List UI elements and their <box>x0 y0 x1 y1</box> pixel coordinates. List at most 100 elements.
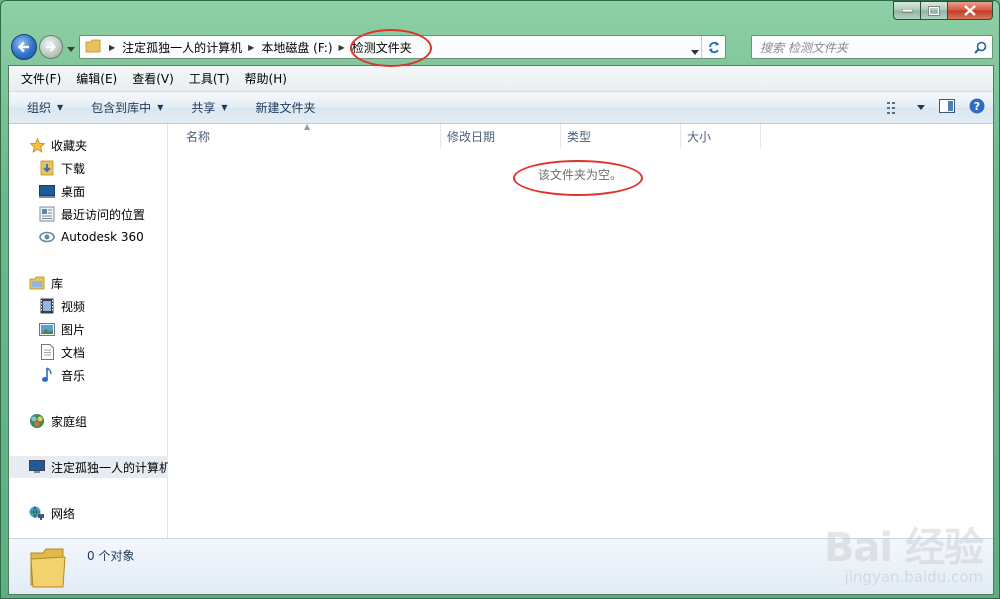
network-icon <box>29 505 45 521</box>
nav-favorites-label: 收藏夹 <box>51 138 88 153</box>
nav-videos[interactable]: 视频 <box>9 295 168 317</box>
restore-icon <box>928 5 940 16</box>
recent-pages-dropdown[interactable] <box>67 42 75 56</box>
nav-favorites[interactable]: 收藏夹 <box>9 134 168 156</box>
back-button[interactable] <box>11 34 37 60</box>
nav-homegroup[interactable]: 家庭组 <box>9 410 168 432</box>
breadcrumb: ▶ 注定孤独一人的计算机 ▶ 本地磁盘 (F:) ▶ 检测文件夹 <box>107 39 416 56</box>
close-icon <box>964 5 976 16</box>
search-icon[interactable] <box>968 41 992 54</box>
nav-autodesk-360[interactable]: Autodesk 360 <box>9 226 168 248</box>
breadcrumb-separator-icon[interactable]: ▶ <box>339 43 345 52</box>
watermark-logo: Bai 经验 <box>823 525 984 571</box>
organize-button[interactable]: 组织 ▼ <box>27 99 63 116</box>
file-list: ▲ 名称 修改日期 类型 大小 该文件夹为空。 <box>168 122 993 538</box>
nav-recent-places-label: 最近访问的位置 <box>61 207 146 222</box>
menu-file[interactable]: 文件(F) <box>21 70 61 87</box>
navigation-bar: ▶ 注定孤独一人的计算机 ▶ 本地磁盘 (F:) ▶ 检测文件夹 搜索 检测文件… <box>9 32 993 62</box>
organize-label: 组织 <box>27 101 52 115</box>
nav-recent-places[interactable]: 最近访问的位置 <box>9 203 168 225</box>
column-type[interactable]: 类型 <box>561 124 681 148</box>
explorer-client: 文件(F) 编辑(E) 查看(V) 工具(T) 帮助(H) 组织 ▼ 包含到库中… <box>8 65 994 595</box>
breadcrumb-computer[interactable]: 注定孤独一人的计算机 <box>122 39 246 56</box>
music-note-icon <box>39 367 55 383</box>
nav-desktop-label: 桌面 <box>61 184 86 199</box>
minimize-icon <box>901 8 913 12</box>
column-headers: ▲ 名称 修改日期 类型 大小 <box>168 122 993 148</box>
nav-pictures-label: 图片 <box>61 322 86 337</box>
nav-documents[interactable]: 文档 <box>9 341 168 363</box>
explorer-window: ▶ 注定孤独一人的计算机 ▶ 本地磁盘 (F:) ▶ 检测文件夹 搜索 检测文件… <box>0 0 1000 599</box>
nav-music[interactable]: 音乐 <box>9 364 168 386</box>
chevron-down-icon: ▼ <box>157 103 164 112</box>
nav-network-label: 网络 <box>51 506 76 521</box>
breadcrumb-separator-icon[interactable]: ▶ <box>248 43 254 52</box>
breadcrumb-separator-icon[interactable]: ▶ <box>109 43 115 52</box>
search-input[interactable]: 搜索 检测文件夹 <box>752 39 968 56</box>
breadcrumb-drive[interactable]: 本地磁盘 (F:) <box>261 39 336 56</box>
minimize-button[interactable] <box>893 1 920 20</box>
nav-pictures[interactable]: 图片 <box>9 318 168 340</box>
view-controls: ? <box>873 98 985 117</box>
column-date-modified[interactable]: 修改日期 <box>441 124 561 148</box>
item-count: 0 个对象 <box>87 549 135 563</box>
document-icon <box>39 344 55 360</box>
sort-ascending-icon: ▲ <box>304 122 311 131</box>
folder-icon <box>85 39 101 56</box>
view-options-button[interactable] <box>887 101 925 114</box>
help-button[interactable]: ? <box>969 98 985 117</box>
star-icon <box>29 137 45 153</box>
recent-places-icon <box>39 206 55 222</box>
menu-bar: 文件(F) 编辑(E) 查看(V) 工具(T) 帮助(H) <box>9 66 993 92</box>
folder-icon <box>29 547 67 592</box>
nav-homegroup-label: 家庭组 <box>51 414 88 429</box>
help-icon: ? <box>969 98 985 114</box>
share-button[interactable]: 共享 ▼ <box>191 99 227 116</box>
menu-tools[interactable]: 工具(T) <box>189 70 230 87</box>
column-size[interactable]: 大小 <box>681 124 761 148</box>
nav-documents-label: 文档 <box>61 345 86 360</box>
watermark-url: jingyan.baidu.com <box>844 568 983 586</box>
nav-network[interactable]: 网络 <box>9 502 168 524</box>
menu-edit[interactable]: 编辑(E) <box>76 70 117 87</box>
empty-folder-message: 该文件夹为空。 <box>538 168 623 182</box>
maximize-button[interactable] <box>920 1 947 20</box>
svg-text:?: ? <box>974 100 980 113</box>
nav-computer[interactable]: 注定孤独一人的计算机 <box>9 456 168 478</box>
desktop-icon <box>39 183 55 199</box>
close-button[interactable] <box>947 1 993 20</box>
address-history-dropdown[interactable] <box>691 44 699 58</box>
library-icon <box>29 275 45 291</box>
caption-buttons <box>893 1 993 20</box>
nav-desktop[interactable]: 桌面 <box>9 180 168 202</box>
watermark: Bai 经验 jingyan.baidu.com <box>823 525 984 586</box>
forward-button[interactable] <box>39 35 63 59</box>
breadcrumb-current-folder[interactable]: 检测文件夹 <box>352 39 416 56</box>
nav-autodesk-360-label: Autodesk 360 <box>61 230 144 244</box>
refresh-icon <box>708 41 719 54</box>
address-bar[interactable]: ▶ 注定孤独一人的计算机 ▶ 本地磁盘 (F:) ▶ 检测文件夹 <box>79 35 726 59</box>
menu-help[interactable]: 帮助(H) <box>245 70 287 87</box>
chevron-down-icon: ▼ <box>57 103 64 112</box>
details-pane: 0 个对象 Bai 经验 jingyan.baidu.com <box>9 528 993 594</box>
include-library-label: 包含到库中 <box>91 101 152 115</box>
navigation-pane: 收藏夹 下载 桌面 最近访问的位置 Autodesk 360 库 视频 图片 文… <box>9 124 168 538</box>
nav-downloads[interactable]: 下载 <box>9 157 168 179</box>
menu-view[interactable]: 查看(V) <box>132 70 174 87</box>
preview-pane-button[interactable] <box>939 99 955 116</box>
include-in-library-button[interactable]: 包含到库中 ▼ <box>91 99 163 116</box>
share-label: 共享 <box>191 101 216 115</box>
refresh-button[interactable] <box>701 36 725 58</box>
download-folder-icon <box>39 160 55 176</box>
explorer-body: 收藏夹 下载 桌面 最近访问的位置 Autodesk 360 库 视频 图片 文… <box>9 122 993 538</box>
command-bar: 组织 ▼ 包含到库中 ▼ 共享 ▼ 新建文件夹 ? <box>9 92 993 124</box>
nav-libraries[interactable]: 库 <box>9 272 168 294</box>
arrow-right-icon <box>46 42 56 52</box>
new-folder-button[interactable]: 新建文件夹 <box>256 99 316 116</box>
picture-icon <box>39 321 55 337</box>
video-icon <box>39 298 55 314</box>
chevron-down-icon <box>691 50 699 55</box>
search-box[interactable]: 搜索 检测文件夹 <box>751 35 993 59</box>
nav-computer-label: 注定孤独一人的计算机 <box>51 460 168 475</box>
homegroup-icon <box>29 413 45 429</box>
